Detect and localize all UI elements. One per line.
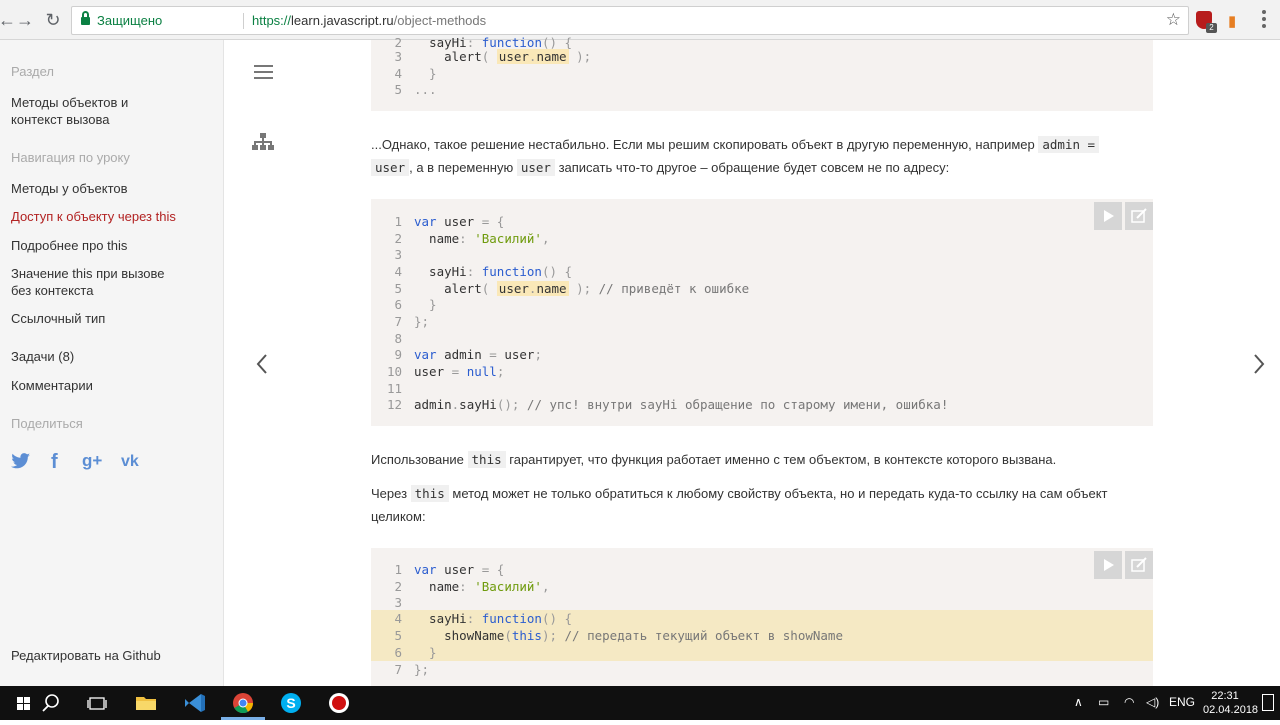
- sidebar-item-this-access[interactable]: Доступ к объекту через this: [11, 208, 211, 225]
- code-line: 8: [394, 331, 402, 346]
- paragraph: Через this метод может не только обратит…: [371, 485, 1108, 524]
- code-line: 2 name: 'Василий',: [394, 579, 550, 594]
- share-heading: Поделиться: [11, 416, 83, 431]
- chrome-icon[interactable]: [219, 686, 267, 720]
- section-heading: Раздел: [11, 64, 54, 79]
- notification-icon[interactable]: [1262, 694, 1274, 711]
- battery-icon[interactable]: ▭: [1098, 695, 1109, 709]
- extension-badge: 2: [1206, 23, 1217, 33]
- extension-icon[interactable]: ▮: [1228, 12, 1236, 30]
- lock-icon: [81, 11, 90, 26]
- code-line: 5 alert( user.name ); // приведёт к ошиб…: [394, 281, 750, 296]
- prev-page-icon[interactable]: [255, 352, 269, 376]
- code-line: 6 }: [394, 297, 437, 312]
- code-line: 2 name: 'Василий',: [394, 231, 550, 246]
- paragraph: Использование this гарантирует, что функ…: [371, 451, 1057, 468]
- code-line: 11: [386, 381, 402, 396]
- code-line-highlighted: 5 showName(this); // передать текущий об…: [371, 627, 1153, 644]
- menu-icon[interactable]: [254, 65, 273, 83]
- code-line: 12 admin.sayHi(); // упс! внутри sayHi об…: [386, 397, 949, 412]
- reload-icon[interactable]: ↻: [42, 9, 64, 31]
- sidebar: Раздел Методы объектов и контекст вызова…: [0, 40, 224, 686]
- secure-label: Защищено: [97, 13, 163, 28]
- facebook-icon[interactable]: f: [51, 451, 58, 474]
- clock[interactable]: 22:31 02.04.2018: [1203, 689, 1258, 717]
- code-line: 1 var user = {: [394, 214, 505, 229]
- next-page-icon[interactable]: [1252, 352, 1266, 376]
- code-line: 7};: [394, 662, 430, 677]
- code-block: 1 var user = { 2 name: 'Василий', 3 4 say…: [371, 199, 1153, 426]
- svg-text:S: S: [286, 695, 295, 711]
- file-explorer-icon[interactable]: [122, 686, 170, 720]
- bookmark-star-icon[interactable]: ☆: [1166, 10, 1181, 30]
- nav-heading: Навигация по уроку: [11, 150, 130, 165]
- code-block: 1 var user = { 2 name: 'Василий', 3 4 say…: [371, 548, 1153, 686]
- recorder-icon[interactable]: [315, 686, 363, 720]
- vk-icon[interactable]: vk: [121, 453, 139, 471]
- code-block: 2 sayHi: function() { 3 alert( user.name…: [371, 35, 1153, 111]
- code-line: 3 alert( user.name );: [394, 49, 592, 64]
- task-view-icon[interactable]: [74, 686, 122, 720]
- sidebar-item-this-no-context[interactable]: Значение this при вызове без контекста: [11, 265, 186, 299]
- vscode-icon[interactable]: [171, 686, 219, 720]
- code-line: 5...: [394, 82, 437, 97]
- code-line: 3: [394, 247, 402, 262]
- code-line: 9 var admin = user;: [394, 347, 542, 362]
- code-line: 4 sayHi: function() {: [394, 264, 573, 279]
- browser-menu-icon[interactable]: [1262, 10, 1266, 31]
- sidebar-item-comments[interactable]: Комментарии: [11, 377, 211, 394]
- sidebar-item-this-detail[interactable]: Подробнее про this: [11, 237, 211, 254]
- sidebar-section-link[interactable]: Методы объектов и контекст вызова: [11, 94, 161, 128]
- code-line: 7};: [394, 314, 430, 329]
- url-text[interactable]: https://learn.javascript.ru/object-metho…: [252, 13, 486, 28]
- volume-icon[interactable]: ◁): [1146, 695, 1159, 709]
- sidebar-item-reference-type[interactable]: Ссылочный тип: [11, 310, 211, 327]
- code-line: 3: [394, 595, 402, 610]
- tray-chevron-icon[interactable]: ∧: [1074, 695, 1083, 709]
- forward-icon[interactable]: →: [14, 9, 36, 31]
- sidebar-item-methods[interactable]: Методы у объектов: [11, 180, 211, 197]
- skype-icon[interactable]: S: [267, 686, 315, 720]
- code-line-highlighted: 6 }: [371, 644, 1153, 661]
- wifi-icon[interactable]: ◠: [1124, 695, 1134, 709]
- code-line: 4 }: [394, 66, 437, 81]
- ublock-extension-icon[interactable]: 2: [1196, 11, 1217, 33]
- address-bar[interactable]: Защищено https://learn.javascript.ru/obj…: [71, 6, 1189, 35]
- google-plus-icon[interactable]: g+: [82, 451, 102, 471]
- sidebar-item-tasks[interactable]: Задачи (8): [11, 348, 211, 365]
- twitter-icon[interactable]: [11, 452, 31, 476]
- paragraph: ...Однако, такое решение нестабильно. Ес…: [371, 133, 1153, 179]
- edit-on-github-link[interactable]: Редактировать на Github: [11, 648, 161, 663]
- search-icon[interactable]: [26, 686, 74, 720]
- sitemap-icon[interactable]: [252, 133, 274, 151]
- code-line: 10 user = null;: [386, 364, 505, 379]
- windows-taskbar: S ∧ ▭ ◠ ◁) ENG 22:31 02.04.2018: [0, 686, 1280, 720]
- language-indicator[interactable]: ENG: [1169, 695, 1195, 709]
- code-line-highlighted: 4 sayHi: function() {: [371, 610, 1153, 627]
- code-line: 1 var user = {: [394, 562, 505, 577]
